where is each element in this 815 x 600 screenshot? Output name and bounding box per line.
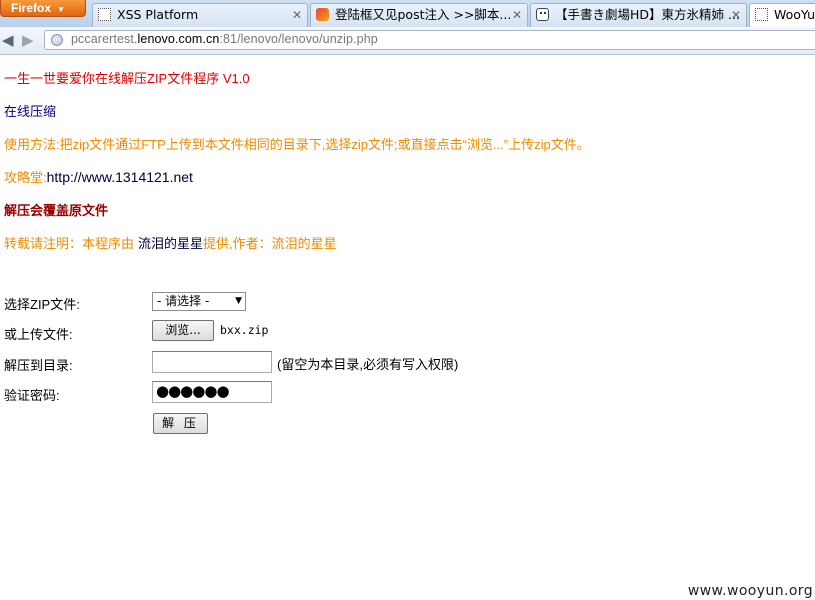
- globe-icon: [51, 34, 63, 46]
- dropdown-arrow-icon: ▼: [235, 296, 242, 306]
- address-bar[interactable]: pccarertest.lenovo.com.cn:81/lenovo/leno…: [44, 30, 815, 50]
- reprint-prefix: 转载请注明：本程序由: [4, 236, 135, 251]
- page-title: 一生一世要爱你在线解压ZIP文件程序 V1.0: [4, 71, 250, 86]
- tab-label: WooYu: [774, 7, 815, 22]
- tab-label: 【手書き劇場HD】東方氷精姉 ...: [555, 7, 740, 22]
- select-value: - 请选择 -: [157, 294, 210, 308]
- tab-touhou-video[interactable]: 【手書き劇場HD】東方氷精姉 ... ✕: [530, 3, 747, 27]
- tab-wooyun[interactable]: WooYu: [749, 3, 815, 27]
- tab-bar: Firefox ▼ XSS Platform ✕ 登陆框又见post注入 >>脚本…: [0, 0, 815, 28]
- wooyun-favicon-icon: [316, 8, 329, 21]
- password-input[interactable]: ●●●●●●: [152, 381, 272, 403]
- blank-page-icon: [755, 8, 768, 21]
- overwrite-warning: 解压会覆盖原文件: [4, 203, 109, 218]
- selected-filename: bxx.zip: [220, 323, 269, 337]
- forward-arrow-icon[interactable]: ▶: [22, 31, 34, 49]
- tab-xss-platform[interactable]: XSS Platform ✕: [92, 3, 308, 27]
- browse-button[interactable]: 浏览...: [152, 320, 214, 341]
- site-prefix: 攻略堂:: [4, 170, 47, 185]
- usage-instructions: 使用方法:把zip文件通过FTP上传到本文件相同的目录下,选择zip文件;或直接…: [4, 137, 590, 152]
- reprint-suffix: 提供,作者：流泪的星星: [203, 236, 337, 251]
- tab-wooyun-post[interactable]: 登陆框又见post注入 >>脚本... ✕: [310, 3, 528, 27]
- extract-dir-hint: (留空为本目录,必须有写入权限): [277, 357, 459, 372]
- zip-file-select[interactable]: - 请选择 - ▼: [152, 292, 246, 311]
- upload-file-label: 或上传文件:: [4, 327, 73, 342]
- bilibili-tv-icon: [536, 8, 549, 21]
- password-label: 验证密码:: [4, 388, 60, 403]
- chevron-down-icon: ▼: [57, 5, 65, 14]
- navigation-bar: ◀ ▶ pccarertest.lenovo.com.cn:81/lenovo/…: [0, 27, 815, 55]
- online-compress-link[interactable]: 在线压缩: [4, 101, 56, 120]
- firefox-menu-button[interactable]: Firefox ▼: [0, 0, 86, 17]
- extract-dir-input[interactable]: [152, 351, 272, 373]
- tab-label: 登陆框又见post注入 >>脚本...: [335, 7, 512, 22]
- select-zip-label: 选择ZIP文件:: [4, 297, 80, 312]
- back-arrow-icon[interactable]: ◀: [2, 31, 14, 49]
- site-url-link[interactable]: http://www.1314121.net: [47, 169, 193, 185]
- close-tab-icon[interactable]: ✕: [292, 4, 302, 26]
- extract-dir-label: 解压到目录:: [4, 358, 73, 373]
- reprint-notice: 转载请注明：本程序由 流泪的星星提供,作者：流泪的星星: [4, 233, 337, 252]
- firefox-menu-label: Firefox: [11, 1, 52, 15]
- close-tab-icon[interactable]: ✕: [731, 4, 741, 26]
- url-text: pccarertest.lenovo.com.cn:81/lenovo/leno…: [71, 32, 378, 46]
- blank-page-icon: [98, 8, 111, 21]
- close-tab-icon[interactable]: ✕: [512, 4, 522, 26]
- wooyun-watermark: www.wooyun.org: [687, 583, 813, 599]
- extract-submit-button[interactable]: 解 压: [153, 413, 208, 434]
- site-line: 攻略堂:http://www.1314121.net: [4, 167, 193, 186]
- tab-label: XSS Platform: [117, 7, 199, 22]
- author-link[interactable]: 流泪的星星: [138, 236, 203, 251]
